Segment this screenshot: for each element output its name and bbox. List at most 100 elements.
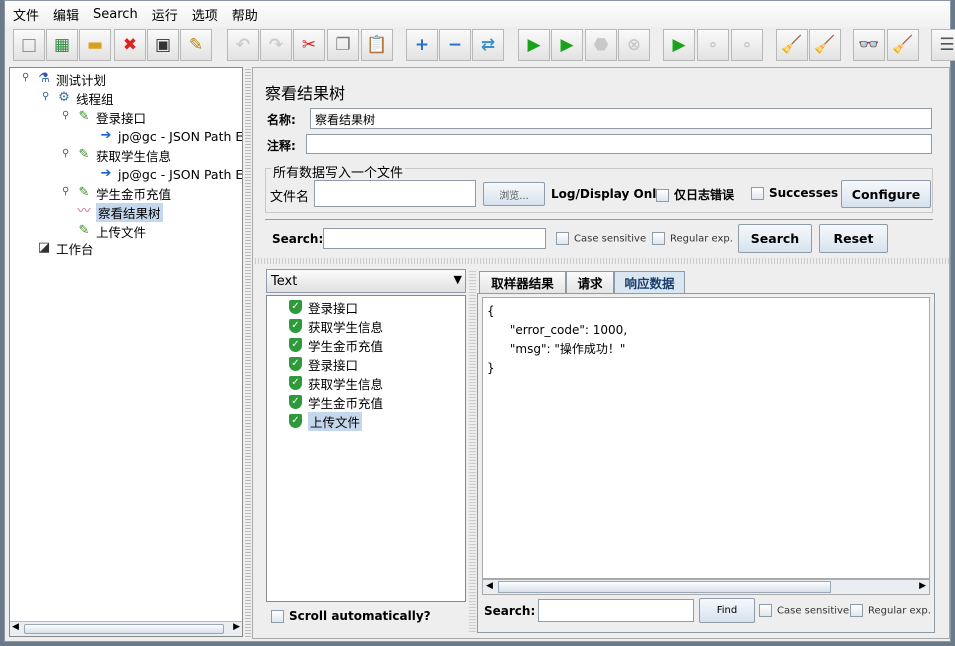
tree-node[interactable]: ✎ 学生金币充值 (76, 184, 171, 202)
test-plan-icon: ⚗ (38, 71, 50, 86)
result-item[interactable]: ✓ 获取学生信息 (289, 317, 383, 335)
scroll-left-arrow[interactable]: ◀ (12, 622, 19, 632)
tree-node[interactable]: ➔ jp@gc - JSON Path Extractor (98, 127, 242, 145)
start-button[interactable]: ▶ (518, 29, 550, 61)
clear-all-button[interactable]: 🧹 (809, 29, 841, 61)
collapse-button[interactable]: − (439, 29, 471, 61)
browse-button[interactable]: 浏览... (483, 182, 545, 206)
scroll-automatically-checkbox[interactable]: Scroll automatically? (271, 609, 431, 623)
case-sensitive-checkbox[interactable]: Case sensitive (556, 232, 646, 245)
expand-handle-icon[interactable]: ⚲ (62, 186, 69, 197)
scrollbar-thumb[interactable] (498, 581, 831, 593)
result-label: 获取学生信息 (308, 376, 384, 392)
tab-2[interactable]: 响应数据 (614, 271, 685, 293)
filename-input[interactable] (314, 180, 476, 207)
remote-shutdown-icon: ∘ (741, 35, 753, 55)
tree-node[interactable]: ✎ 获取学生信息 (76, 146, 171, 164)
open-button[interactable]: ▬ (79, 29, 111, 61)
menu-2[interactable]: Search (93, 7, 138, 22)
renderer-select[interactable]: Text ▼ (266, 269, 466, 293)
start-no-pauses-button[interactable]: ▶ (551, 29, 583, 61)
find-input[interactable] (538, 599, 694, 622)
function-helper-button[interactable]: ☰ (931, 29, 955, 61)
result-item[interactable]: ✓ 学生金币充值 (289, 336, 383, 354)
vertical-divider[interactable] (469, 269, 476, 633)
close-button[interactable]: ✖ (114, 29, 146, 61)
tree-node[interactable]: ✎ 上传文件 (76, 222, 146, 240)
toggle-icon: ⇄ (480, 35, 496, 55)
scroll-right-arrow[interactable]: ▶ (233, 622, 240, 632)
find-case-sensitive-checkbox[interactable]: Case sensitive (759, 604, 849, 617)
menu-3[interactable]: 运行 (152, 5, 178, 24)
remote-stop-button[interactable]: ∘ (697, 29, 729, 61)
tree-node[interactable]: ◪ 工作台 (36, 239, 94, 257)
toggle-button[interactable]: ⇄ (472, 29, 504, 61)
errors-checkbox[interactable]: 仅日志错误 (656, 186, 734, 203)
reset-button[interactable]: Reset (819, 224, 888, 253)
comments-input[interactable] (306, 134, 932, 154)
response-horizontal-scrollbar[interactable]: ◀ ▶ (482, 579, 930, 595)
menu-0[interactable]: 文件 (13, 5, 39, 24)
scroll-right-arrow[interactable]: ▶ (919, 581, 926, 591)
expand-handle-icon[interactable]: ⚲ (42, 91, 49, 102)
expand-handle-icon[interactable]: ⚲ (62, 110, 69, 121)
search-input[interactable] (323, 228, 546, 249)
results-list[interactable]: ✓ 登录接口 ✓ 获取学生信息 ✓ 学生金币充值 ✓ 登录接口 ✓ 获取学生信息 ✓ 学生金币充值 ✓ 上… (266, 295, 466, 602)
remote-shutdown-button[interactable]: ∘ (731, 29, 763, 61)
save-as-button[interactable]: ✎ (180, 29, 212, 61)
tab-1[interactable]: 请求 (566, 271, 614, 293)
scroll-left-arrow[interactable]: ◀ (486, 581, 493, 591)
new-button[interactable]: □ (13, 29, 45, 61)
cut-button[interactable]: ✂ (293, 29, 325, 61)
redo-button[interactable]: ↷ (260, 29, 292, 61)
tree-node[interactable]: ⚗ 测试计划 (36, 70, 106, 88)
start-icon: ▶ (527, 35, 541, 55)
successes-checkbox[interactable]: Successes (751, 186, 838, 200)
splitter[interactable] (245, 67, 251, 637)
scrollbar-thumb[interactable] (24, 624, 224, 634)
copy-button[interactable]: ❐ (327, 29, 359, 61)
configure-button[interactable]: Configure (841, 180, 931, 208)
stop-button[interactable]: ⬣ (585, 29, 617, 61)
find-button[interactable]: Find (699, 598, 755, 623)
tree-node[interactable]: 〰察看结果树 (76, 202, 163, 222)
result-label: 学生金币充值 (308, 395, 384, 411)
undo-icon: ↶ (235, 35, 251, 55)
search-button[interactable]: 👓 (853, 29, 885, 61)
result-label: 上传文件 (308, 411, 363, 431)
jmeter-window: 文件 编辑 Search 运行 选项 帮助 □ ▦ ▬ ✖ ▣ ✎ ↶ ↷ ✂ ❐ 📋 + − ⇄ ▶ ▶ ⬣ ⊗ ▶ ∘ ∘ 🧹 🧹… (4, 0, 955, 642)
menu-4[interactable]: 选项 (192, 5, 218, 24)
result-item[interactable]: ✓ 获取学生信息 (289, 374, 383, 392)
tab-0[interactable]: 取样器结果 (479, 271, 566, 293)
regex-checkbox[interactable]: Regular exp. (652, 232, 733, 245)
save-button[interactable]: ▣ (147, 29, 179, 61)
remote-start-button[interactable]: ▶ (663, 29, 695, 61)
reset-search-button[interactable]: 🧹 (887, 29, 919, 61)
test-plan-tree[interactable]: ⚗ 测试计划 ⚲ ⚙ 线程组 ⚲ ✎ 登录接口 ⚲ ➔ jp@gc - JSON Path Extr… (9, 67, 243, 637)
split-divider[interactable] (253, 258, 949, 264)
response-text[interactable]: { "error_code": 1000, "msg": "操作成功！"} (482, 297, 930, 579)
expand-handle-icon[interactable]: ⚲ (62, 148, 69, 159)
name-input[interactable]: 察看结果树 (310, 108, 932, 129)
expand-button[interactable]: + (406, 29, 438, 61)
undo-button[interactable]: ↶ (227, 29, 259, 61)
tree-node[interactable]: ➔ jp@gc - JSON Path Extractor (98, 165, 242, 183)
success-shield-icon: ✓ (289, 376, 302, 390)
clear-button[interactable]: 🧹 (776, 29, 808, 61)
paste-button[interactable]: 📋 (361, 29, 393, 61)
menu-1[interactable]: 编辑 (53, 5, 79, 24)
find-regex-checkbox[interactable]: Regular exp. (850, 604, 931, 617)
expand-handle-icon[interactable]: ⚲ (22, 72, 29, 83)
tree-node[interactable]: ⚙ 线程组 (56, 89, 113, 107)
tree-node[interactable]: ✎ 登录接口 (76, 108, 146, 126)
result-item[interactable]: ✓ 登录接口 (289, 298, 358, 316)
shutdown-button[interactable]: ⊗ (618, 29, 650, 61)
find-case-label: Case sensitive (777, 605, 850, 617)
menu-5[interactable]: 帮助 (232, 5, 258, 24)
templates-button[interactable]: ▦ (46, 29, 78, 61)
tree-horizontal-scrollbar[interactable]: ◀ ▶ (10, 621, 242, 636)
result-item[interactable]: ✓ 登录接口 (289, 355, 358, 373)
result-item[interactable]: ✓ 学生金币充值 (289, 393, 383, 411)
search-button[interactable]: Search (738, 224, 812, 253)
result-item[interactable]: ✓ 上传文件 (289, 411, 363, 431)
